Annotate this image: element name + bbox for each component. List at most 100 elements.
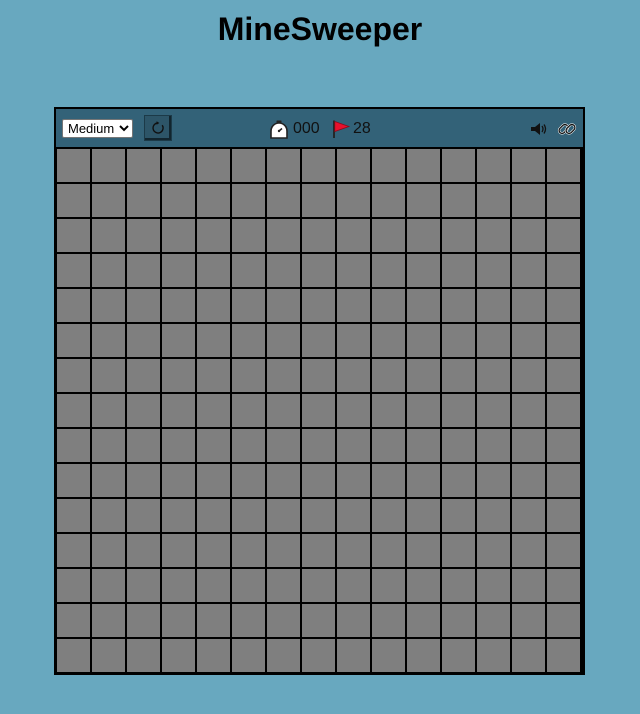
board-cell[interactable]	[232, 394, 265, 427]
board-cell[interactable]	[162, 394, 195, 427]
board-cell[interactable]	[512, 324, 545, 357]
board-cell[interactable]	[547, 639, 580, 672]
board-cell[interactable]	[442, 639, 475, 672]
board-cell[interactable]	[442, 429, 475, 462]
board-cell[interactable]	[267, 639, 300, 672]
board-cell[interactable]	[162, 569, 195, 602]
board-cell[interactable]	[477, 149, 510, 182]
board-cell[interactable]	[197, 394, 230, 427]
board-cell[interactable]	[302, 149, 335, 182]
board-cell[interactable]	[57, 499, 90, 532]
board-cell[interactable]	[92, 569, 125, 602]
board-cell[interactable]	[57, 289, 90, 322]
board-cell[interactable]	[372, 499, 405, 532]
board-cell[interactable]	[127, 464, 160, 497]
board-cell[interactable]	[372, 184, 405, 217]
board-cell[interactable]	[512, 429, 545, 462]
board-cell[interactable]	[337, 324, 370, 357]
board-cell[interactable]	[232, 184, 265, 217]
board-cell[interactable]	[232, 219, 265, 252]
board-cell[interactable]	[232, 604, 265, 637]
board-cell[interactable]	[302, 569, 335, 602]
board-cell[interactable]	[302, 429, 335, 462]
board-cell[interactable]	[372, 394, 405, 427]
board-cell[interactable]	[197, 604, 230, 637]
board-cell[interactable]	[337, 219, 370, 252]
board-cell[interactable]	[267, 534, 300, 567]
board-cell[interactable]	[477, 324, 510, 357]
board-cell[interactable]	[127, 429, 160, 462]
board-cell[interactable]	[407, 184, 440, 217]
board-cell[interactable]	[407, 324, 440, 357]
board-cell[interactable]	[547, 254, 580, 287]
board-cell[interactable]	[442, 604, 475, 637]
board-cell[interactable]	[197, 499, 230, 532]
board-cell[interactable]	[337, 499, 370, 532]
board-cell[interactable]	[302, 604, 335, 637]
board-cell[interactable]	[512, 359, 545, 392]
board-cell[interactable]	[512, 254, 545, 287]
board-cell[interactable]	[162, 499, 195, 532]
board-cell[interactable]	[547, 604, 580, 637]
board-cell[interactable]	[407, 149, 440, 182]
board-cell[interactable]	[232, 254, 265, 287]
board-cell[interactable]	[267, 184, 300, 217]
board-cell[interactable]	[477, 464, 510, 497]
board-cell[interactable]	[512, 604, 545, 637]
board-cell[interactable]	[92, 359, 125, 392]
board-cell[interactable]	[302, 359, 335, 392]
board-cell[interactable]	[442, 464, 475, 497]
board-cell[interactable]	[232, 289, 265, 322]
board-cell[interactable]	[92, 219, 125, 252]
board-cell[interactable]	[127, 149, 160, 182]
board-cell[interactable]	[337, 534, 370, 567]
board-cell[interactable]	[372, 149, 405, 182]
board-cell[interactable]	[57, 254, 90, 287]
board-cell[interactable]	[477, 394, 510, 427]
board-cell[interactable]	[57, 324, 90, 357]
board-cell[interactable]	[162, 359, 195, 392]
board-cell[interactable]	[267, 569, 300, 602]
board-cell[interactable]	[197, 359, 230, 392]
board-cell[interactable]	[337, 429, 370, 462]
board-cell[interactable]	[57, 184, 90, 217]
board-cell[interactable]	[162, 429, 195, 462]
board-cell[interactable]	[127, 184, 160, 217]
board-cell[interactable]	[232, 499, 265, 532]
board-cell[interactable]	[127, 639, 160, 672]
board-cell[interactable]	[442, 289, 475, 322]
board-cell[interactable]	[232, 324, 265, 357]
board-cell[interactable]	[512, 464, 545, 497]
board-cell[interactable]	[407, 639, 440, 672]
board-cell[interactable]	[407, 254, 440, 287]
board-cell[interactable]	[267, 149, 300, 182]
board-cell[interactable]	[372, 359, 405, 392]
board-cell[interactable]	[407, 569, 440, 602]
speaker-icon[interactable]	[530, 122, 548, 136]
board-cell[interactable]	[302, 184, 335, 217]
board-cell[interactable]	[232, 534, 265, 567]
board-cell[interactable]	[127, 499, 160, 532]
board-cell[interactable]	[407, 499, 440, 532]
board-cell[interactable]	[477, 639, 510, 672]
board-cell[interactable]	[442, 359, 475, 392]
board-cell[interactable]	[407, 359, 440, 392]
board-cell[interactable]	[407, 394, 440, 427]
board-cell[interactable]	[547, 149, 580, 182]
board-cell[interactable]	[162, 639, 195, 672]
board-cell[interactable]	[267, 219, 300, 252]
board-cell[interactable]	[197, 289, 230, 322]
board-cell[interactable]	[477, 219, 510, 252]
board-cell[interactable]	[337, 254, 370, 287]
board-cell[interactable]	[57, 464, 90, 497]
board-cell[interactable]	[372, 639, 405, 672]
board-cell[interactable]	[302, 639, 335, 672]
board-cell[interactable]	[477, 604, 510, 637]
board-cell[interactable]	[442, 569, 475, 602]
reset-button[interactable]	[144, 115, 172, 141]
board-cell[interactable]	[197, 534, 230, 567]
board-cell[interactable]	[162, 219, 195, 252]
board-cell[interactable]	[162, 289, 195, 322]
board-cell[interactable]	[337, 569, 370, 602]
board-cell[interactable]	[92, 639, 125, 672]
